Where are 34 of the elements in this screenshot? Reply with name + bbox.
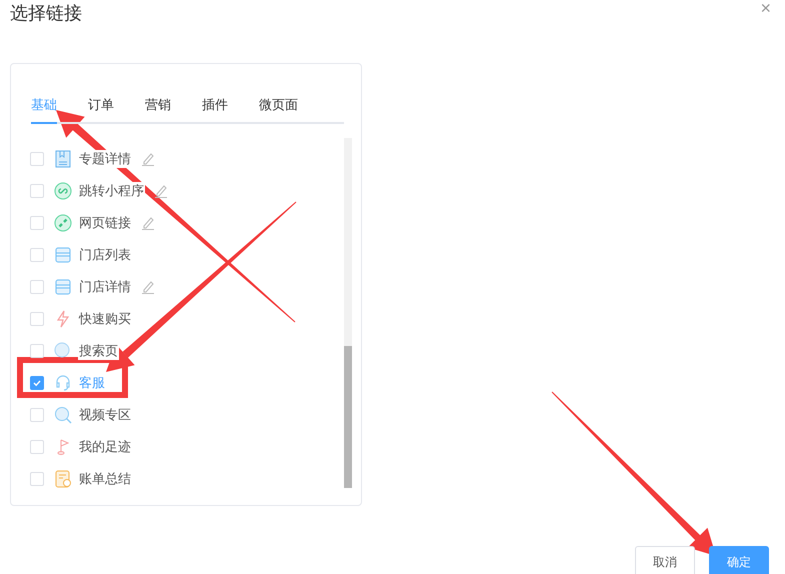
scrollbar[interactable] <box>344 138 352 488</box>
cancel-button[interactable]: 取消 <box>635 546 695 574</box>
scrollbar-thumb[interactable] <box>344 346 352 488</box>
checkbox[interactable] <box>30 376 44 390</box>
pencil-icon[interactable] <box>141 216 155 230</box>
link-option[interactable]: 我的足迹 <box>78 438 132 456</box>
bill-icon <box>54 470 72 488</box>
magnifier-icon <box>54 342 72 360</box>
link-option[interactable]: 账单总结 <box>78 470 132 488</box>
check-icon <box>32 378 42 388</box>
link-option[interactable]: 门店列表 <box>78 246 132 264</box>
lightning-icon <box>54 310 72 328</box>
tab[interactable]: 插件 <box>202 92 228 124</box>
pencil-icon[interactable] <box>141 280 155 294</box>
shop-icon <box>54 246 72 264</box>
chain-icon <box>54 214 72 232</box>
link-option[interactable]: 跳转小程序 <box>78 182 145 200</box>
tab[interactable]: 微页面 <box>259 92 298 124</box>
link-option[interactable]: 网页链接 <box>78 214 132 232</box>
link-option[interactable]: 搜索页 <box>78 342 119 360</box>
tab[interactable]: 订单 <box>88 92 114 124</box>
tab[interactable]: 营销 <box>145 92 171 124</box>
dialog-title: 选择链接 <box>10 2 82 25</box>
document-icon <box>54 150 72 168</box>
headset-icon <box>54 374 72 392</box>
link-option[interactable]: 专题详情 <box>78 150 132 168</box>
link-option[interactable]: 视频专区 <box>78 406 132 424</box>
magnifier-icon <box>54 406 72 424</box>
pencil-icon[interactable] <box>141 152 155 166</box>
pencil-icon[interactable] <box>154 184 168 198</box>
link-option[interactable]: 快速购买 <box>78 310 132 328</box>
link-option[interactable]: 门店详情 <box>78 278 132 296</box>
shop-icon <box>54 278 72 296</box>
link-circle-icon <box>54 182 72 200</box>
